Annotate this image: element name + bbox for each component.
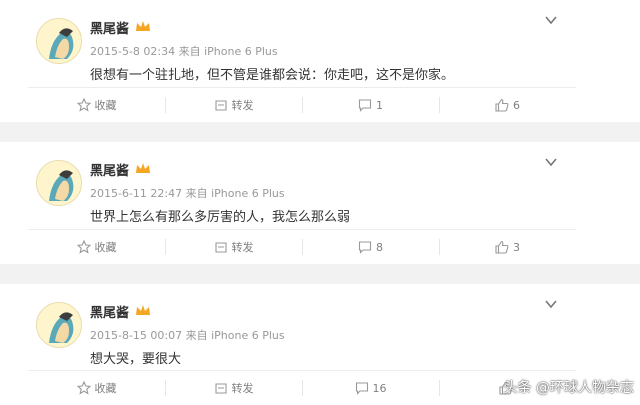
post-meta: 2015-8-15 00:07 来自 iPhone 6 Plus — [90, 329, 285, 342]
star-icon — [76, 381, 91, 395]
weibo-post-2: 黑尾酱 2015-6-11 22:47 来自 iPhone 6 Plus 世界上… — [28, 142, 576, 264]
post-meta: 2015-6-11 22:47 来自 iPhone 6 Plus — [90, 187, 285, 200]
repost-button[interactable]: 转发 — [165, 88, 302, 122]
repost-label: 转发 — [231, 382, 254, 395]
favorite-label: 收藏 — [94, 99, 117, 112]
comment-count: 1 — [376, 98, 383, 112]
comment-button[interactable]: 8 — [302, 230, 439, 264]
post-meta: 2015-5-8 02:34 来自 iPhone 6 Plus — [90, 45, 278, 58]
username[interactable]: 黑尾酱 — [90, 302, 129, 321]
avatar-illustration-icon — [37, 303, 81, 347]
star-icon — [76, 98, 91, 112]
repost-icon — [214, 242, 227, 253]
action-bar: 收藏 转发 16 — [28, 370, 576, 405]
post-text: 想大哭，要很大 — [90, 352, 182, 367]
repost-button[interactable]: 转发 — [165, 230, 302, 264]
username[interactable]: 黑尾酱 — [90, 160, 129, 179]
star-icon — [76, 240, 91, 254]
favorite-button[interactable]: 收藏 — [28, 230, 165, 264]
comment-count: 16 — [372, 381, 387, 395]
weibo-post-1: 黑尾酱 2015-5-8 02:34 来自 iPhone 6 Plus 很想有一… — [28, 0, 576, 122]
vip-crown-icon[interactable] — [135, 161, 151, 175]
post-text: 世界上怎么有那么多厉害的人，我怎么那么弱 — [90, 210, 351, 225]
chevron-down-icon[interactable] — [544, 156, 558, 168]
comment-icon — [358, 241, 372, 254]
thumbs-up-icon — [495, 240, 509, 254]
repost-icon — [214, 100, 227, 111]
favorite-button[interactable]: 收藏 — [28, 88, 165, 122]
comment-button[interactable]: 16 — [302, 371, 439, 405]
post-text: 很想有一个驻扎地，但不管是谁都会说：你走吧，这不是你家。 — [90, 68, 455, 83]
action-bar: 收藏 转发 8 3 — [28, 229, 576, 264]
like-button[interactable]: 6 — [439, 88, 576, 122]
username[interactable]: 黑尾酱 — [90, 18, 129, 37]
favorite-label: 收藏 — [94, 382, 117, 395]
feed-divider — [0, 122, 640, 142]
feed-divider — [0, 264, 640, 284]
favorite-button[interactable]: 收藏 — [28, 371, 165, 405]
like-button[interactable]: 3 — [439, 230, 576, 264]
chevron-down-icon[interactable] — [544, 14, 558, 26]
favorite-label: 收藏 — [94, 241, 117, 254]
avatar[interactable] — [36, 160, 82, 206]
avatar[interactable] — [36, 18, 82, 64]
weibo-post-3: 黑尾酱 2015-8-15 00:07 来自 iPhone 6 Plus 想大哭… — [28, 284, 576, 405]
repost-button[interactable]: 转发 — [165, 371, 302, 405]
repost-icon — [214, 383, 227, 394]
vip-crown-icon[interactable] — [135, 19, 151, 33]
chevron-down-icon[interactable] — [544, 298, 558, 310]
like-count: 6 — [513, 98, 520, 112]
avatar[interactable] — [36, 302, 82, 348]
avatar-illustration-icon — [37, 19, 81, 63]
comment-icon — [355, 382, 368, 395]
vip-crown-icon[interactable] — [135, 303, 151, 317]
comment-count: 8 — [376, 240, 383, 254]
avatar-illustration-icon — [37, 161, 81, 205]
comment-button[interactable]: 1 — [302, 88, 439, 122]
thumbs-up-icon — [495, 98, 509, 112]
like-count: 3 — [513, 240, 520, 254]
repost-label: 转发 — [231, 99, 254, 112]
watermark: 头条 @环球人物杂志 — [503, 380, 634, 396]
repost-label: 转发 — [231, 241, 254, 254]
comment-icon — [358, 99, 372, 112]
action-bar: 收藏 转发 1 6 — [28, 87, 576, 122]
